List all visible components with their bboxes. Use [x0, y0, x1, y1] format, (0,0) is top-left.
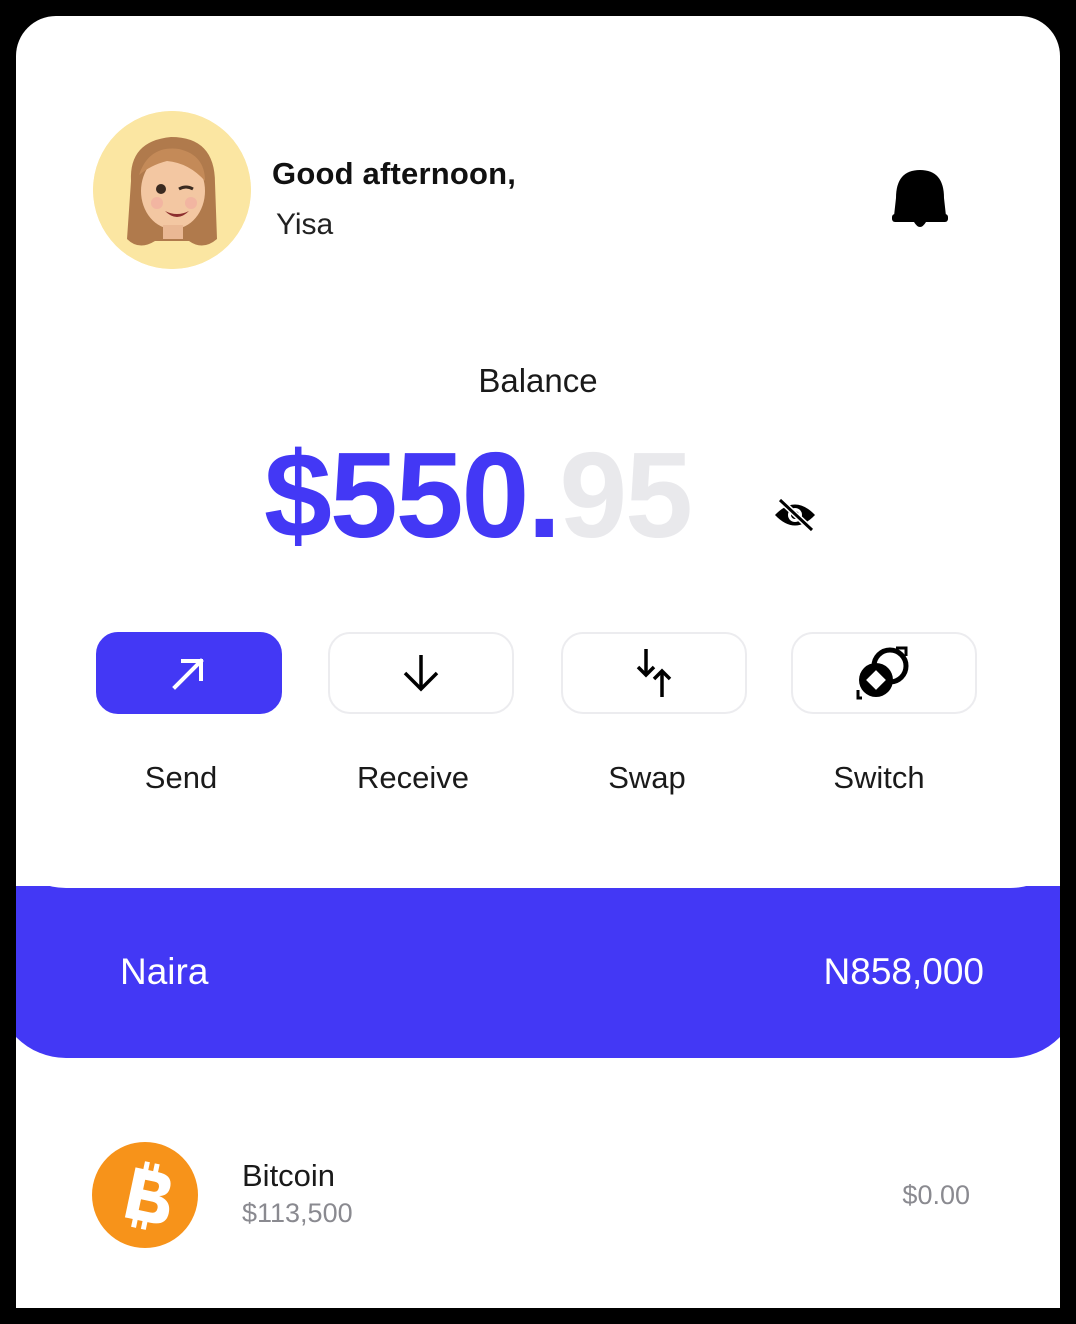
username-text: Yisa	[276, 208, 334, 241]
swap-arrows-icon	[636, 649, 672, 697]
device-frame: Good afternoon, Yisa Balance $550.95 Sen…	[0, 0, 1076, 1324]
balance-whole: $550.	[264, 427, 561, 563]
arrow-down-icon	[403, 655, 439, 692]
switch-button[interactable]	[791, 632, 977, 714]
balance-label: Balance	[478, 362, 598, 399]
top-card-edge	[16, 806, 1060, 888]
avatar[interactable]	[93, 111, 251, 269]
bitcoin-icon	[92, 1142, 198, 1248]
greeting-text: Good afternoon,	[272, 156, 517, 191]
app-screen: Good afternoon, Yisa Balance $550.95 Sen…	[16, 16, 1060, 1308]
memoji-avatar-icon	[93, 111, 251, 269]
receive-label: Receive	[357, 760, 469, 795]
arrow-up-right-icon	[172, 658, 204, 690]
eye-slash-icon[interactable]	[772, 496, 818, 534]
switch-coins-icon	[856, 646, 909, 700]
currency-name: Naira	[120, 951, 209, 992]
asset-name: Bitcoin	[242, 1158, 336, 1193]
balance-cents: 95	[559, 427, 693, 563]
receive-button[interactable]	[328, 632, 514, 714]
send-button[interactable]	[96, 632, 282, 714]
notification-bell-icon[interactable]	[886, 164, 954, 234]
swap-label: Swap	[608, 760, 686, 795]
swap-button[interactable]	[561, 632, 747, 714]
asset-balance: $0.00	[902, 1180, 970, 1210]
asset-price: $113,500	[242, 1198, 353, 1228]
switch-label: Switch	[833, 760, 925, 795]
currency-value: N858,000	[823, 951, 984, 992]
send-label: Send	[144, 760, 218, 795]
balance-amount: $550.95	[264, 434, 693, 556]
